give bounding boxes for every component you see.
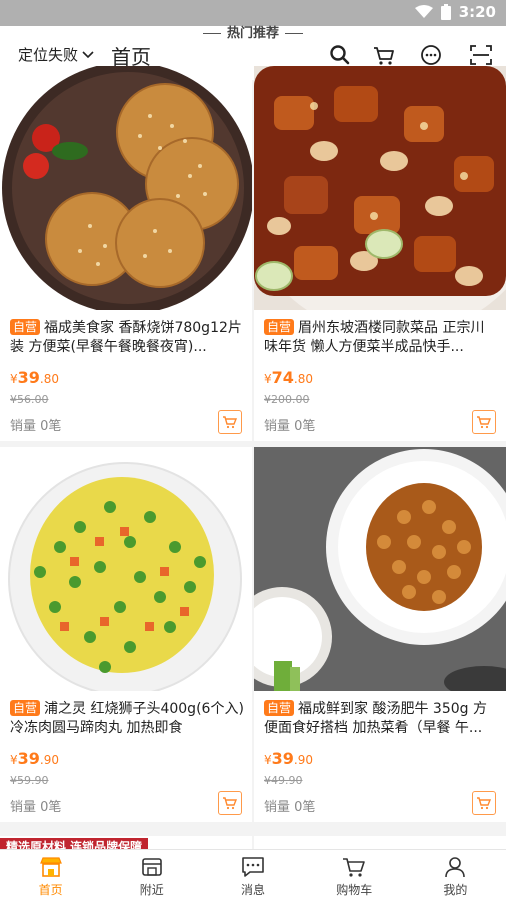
tab-nearby[interactable]: 附近 <box>101 850 202 900</box>
nearby-icon <box>141 858 162 876</box>
product-name: 自营 福成美食家 香酥烧饼780g12片装 方便菜(早餐午餐晚餐夜宵)... <box>10 319 242 355</box>
original-price: ¥59.90 <box>10 774 49 787</box>
tab-nearby-label: 附近 <box>139 883 164 897</box>
product-image <box>254 66 506 310</box>
tab-home[interactable]: 首页 <box>0 850 101 900</box>
self-operated-badge: 自营 <box>264 700 295 716</box>
chevron-down-icon <box>82 50 94 58</box>
profile-icon <box>445 857 466 878</box>
sales-count: 销量 0笔 <box>10 419 62 434</box>
cart-icon <box>223 797 238 810</box>
product-name: 自营 浦之灵 红烧狮子头400g(6个入) 冷冻肉圆马蹄肉丸 加热即食 <box>10 700 244 736</box>
product-grid: 自营 福成美食家 香酥烧饼780g12片装 方便菜(早餐午餐晚餐夜宵)... ¥3… <box>0 66 506 822</box>
product-card[interactable]: 自营 浦之灵 红烧狮子头400g(6个入) 冷冻肉圆马蹄肉丸 加热即食 ¥39.9… <box>0 447 252 822</box>
product-card[interactable]: 自营 眉州东坡酒楼同款菜品 正宗川味年货 懒人方便菜半成品快手... ¥74.80… <box>254 66 506 441</box>
location-label: 定位失败 <box>18 46 79 64</box>
hot-recommend-label: 热门推荐 <box>0 26 506 42</box>
battery-icon <box>440 4 451 20</box>
sales-count: 销量 0笔 <box>264 800 316 815</box>
cart-icon <box>343 858 366 877</box>
status-bar: 3:20 <box>0 0 506 26</box>
cart-icon <box>477 797 492 810</box>
product-image <box>254 447 506 691</box>
add-to-cart-button[interactable] <box>218 410 242 434</box>
add-to-cart-button[interactable] <box>472 410 496 434</box>
original-price: ¥56.00 <box>10 393 49 406</box>
tab-home-label: 首页 <box>38 883 63 897</box>
product-card[interactable]: 自营 福成美食家 香酥烧饼780g12片装 方便菜(早餐午餐晚餐夜宵)... ¥3… <box>0 66 252 441</box>
product-name: 自营 眉州东坡酒楼同款菜品 正宗川味年货 懒人方便菜半成品快手... <box>264 319 485 355</box>
self-operated-badge: 自营 <box>264 319 295 335</box>
tab-messages[interactable]: 消息 <box>202 850 303 900</box>
location-selector[interactable]: 定位失败 <box>18 44 94 65</box>
product-image <box>0 66 252 310</box>
message-icon <box>242 857 264 877</box>
cart-icon[interactable] <box>371 42 397 68</box>
scan-icon[interactable] <box>468 42 494 68</box>
original-price: ¥200.00 <box>264 393 310 406</box>
search-icon[interactable] <box>327 42 353 68</box>
self-operated-badge: 自营 <box>10 700 41 716</box>
tab-cart-label: 购物车 <box>336 883 373 897</box>
sales-count: 销量 0笔 <box>264 419 316 434</box>
tab-profile[interactable]: 我的 <box>405 850 506 900</box>
product-image <box>0 447 252 691</box>
wifi-icon <box>414 5 433 18</box>
tab-profile-label: 我的 <box>443 883 468 897</box>
product-price: ¥39.80 <box>10 368 59 387</box>
product-price: ¥74.80 <box>264 368 313 387</box>
status-time: 3:20 <box>458 3 496 21</box>
cart-icon <box>223 416 238 429</box>
product-card[interactable]: 自营 福成鲜到家 酸汤肥牛 350g 方便面食好搭档 加热菜肴（早餐 午... ¥… <box>254 447 506 822</box>
product-price: ¥39.90 <box>264 749 313 768</box>
message-icon[interactable] <box>418 42 444 68</box>
self-operated-badge: 自营 <box>10 319 41 335</box>
original-price: ¥49.90 <box>264 774 303 787</box>
bottom-tab-bar: 首页 附近 消息 购物车 我的 <box>0 849 506 900</box>
shop-icon <box>39 857 62 877</box>
tab-cart[interactable]: 购物车 <box>304 850 405 900</box>
product-price: ¥39.90 <box>10 749 59 768</box>
sales-count: 销量 0笔 <box>10 800 62 815</box>
tab-messages-label: 消息 <box>241 883 266 897</box>
add-to-cart-button[interactable] <box>218 791 242 815</box>
add-to-cart-button[interactable] <box>472 791 496 815</box>
cart-icon <box>477 416 492 429</box>
product-name: 自营 福成鲜到家 酸汤肥牛 350g 方便面食好搭档 加热菜肴（早餐 午... <box>264 700 487 736</box>
